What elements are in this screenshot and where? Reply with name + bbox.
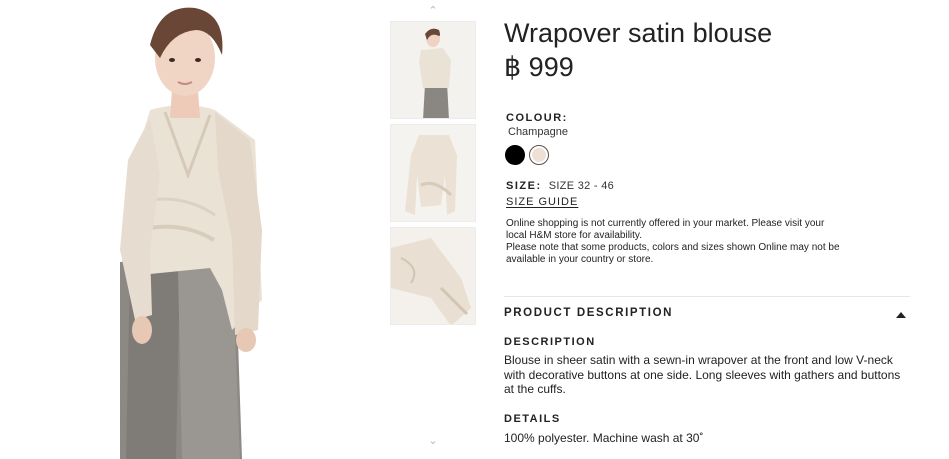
model-photo (0, 0, 379, 459)
thumbnail-sleeve-detail[interactable] (390, 227, 476, 325)
chevron-up-icon[interactable]: ⌃ (390, 4, 476, 18)
product-title: Wrapover satin blouse (504, 18, 773, 48)
colour-selected: Champagne (508, 126, 568, 138)
product-details: Wrapover satin blouse ฿ 999 COLOUR: Cham… (504, 0, 910, 459)
product-description-toggle[interactable]: PRODUCT DESCRIPTION (504, 306, 906, 324)
notice-line-2: Please note that some products, colors a… (506, 242, 840, 265)
size-row: SIZE: SIZE 32 - 46 (506, 180, 614, 192)
size-guide-link[interactable]: SIZE GUIDE (506, 196, 578, 208)
description-text: Blouse in sheer satin with a sewn-in wra… (504, 353, 901, 396)
thumbnail-flat-lay[interactable] (390, 124, 476, 222)
details-text: 100% polyester. Machine wash at 30˚ (504, 431, 704, 445)
chevron-down-icon[interactable]: ⌄ (390, 434, 476, 448)
thumbnail-gallery: ⌃ ⌄ (390, 0, 476, 459)
colour-swatch-champagne[interactable] (529, 145, 549, 165)
product-price: ฿ 999 (504, 52, 574, 82)
colour-label: COLOUR: (506, 112, 568, 124)
main-product-image[interactable] (0, 0, 379, 459)
caret-up-icon (896, 312, 906, 318)
description-heading: DESCRIPTION (504, 336, 596, 348)
availability-notice: Online shopping is not currently offered… (506, 218, 846, 266)
thumbnail-image (391, 125, 475, 221)
divider (504, 296, 910, 297)
product-description-header: PRODUCT DESCRIPTION (504, 307, 674, 319)
thumbnail-image (391, 228, 475, 324)
notice-line-1: Online shopping is not currently offered… (506, 218, 825, 241)
thumbnail-image (391, 22, 475, 118)
details-heading: DETAILS (504, 413, 561, 425)
size-label: SIZE: (506, 180, 542, 192)
thumbnail-model-front[interactable] (390, 21, 476, 119)
colour-swatch-black[interactable] (505, 145, 525, 165)
size-value: SIZE 32 - 46 (548, 180, 615, 192)
